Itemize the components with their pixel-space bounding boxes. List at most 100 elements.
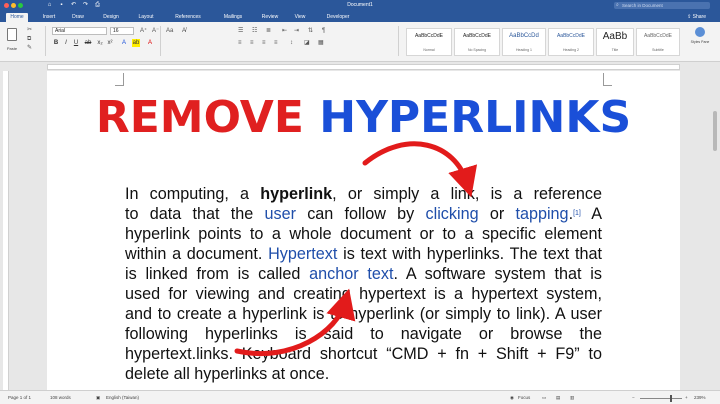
strikethrough-icon[interactable]: ab [84, 39, 92, 47]
style-normal[interactable]: AaBbCcDdE Normal [406, 28, 452, 56]
print-layout-icon[interactable]: ▤ [556, 394, 560, 402]
tab-home[interactable]: Home [6, 13, 28, 22]
bold-icon[interactable]: B [52, 39, 60, 47]
subscript-icon[interactable]: x₂ [96, 39, 104, 47]
sort-icon[interactable]: ⇅ [308, 27, 313, 35]
style-name: Title [611, 48, 619, 52]
show-marks-icon[interactable]: ¶ [322, 27, 325, 35]
style-sample: AaBbCcDdE [643, 33, 673, 39]
word-count[interactable]: 108 words [50, 394, 71, 402]
zoom-slider-thumb[interactable] [670, 395, 672, 402]
increase-indent-icon[interactable]: ⇥ [294, 27, 299, 35]
style-sample: AaBbCcDdE [556, 33, 586, 39]
clear-formatting-icon[interactable]: A̸ [182, 27, 186, 35]
font-size-select[interactable]: 16 [110, 27, 134, 35]
superscript-icon[interactable]: x² [106, 39, 114, 47]
headline-hyperlinks: HYPERLINKS [319, 92, 632, 143]
search-input[interactable]: ⌕ Search in Document [614, 2, 710, 9]
text-line: used for viewing and creating hypertext … [125, 285, 602, 303]
style-subtitle[interactable]: AaBbCcDdE Subtitle [636, 28, 680, 56]
language-label[interactable]: English (Taiwan) [106, 394, 139, 402]
ruler-track [3, 71, 9, 390]
grow-font-icon[interactable]: A⁺ [140, 27, 147, 35]
bullets-icon[interactable]: ☰ [238, 27, 243, 35]
underline-icon[interactable]: U [72, 39, 80, 47]
document-page[interactable]: REMOVE HYPERLINKS In computing, a hyperl… [47, 71, 680, 390]
style-name: Heading 2 [563, 48, 579, 52]
scrollbar-thumb[interactable] [713, 111, 717, 151]
share-button[interactable]: ⇪ Share [687, 13, 706, 22]
borders-icon[interactable]: ▦ [318, 39, 324, 47]
text-effects-icon[interactable]: A [120, 39, 128, 47]
link-footnote[interactable]: [1] [573, 210, 581, 217]
line-spacing-icon[interactable]: ↕ [290, 39, 293, 47]
multilevel-list-icon[interactable]: ≣ [266, 27, 271, 35]
read-mode-icon[interactable]: ▭ [542, 394, 546, 402]
font-color-icon[interactable]: A [146, 39, 154, 47]
tab-developer[interactable]: Developer [320, 13, 356, 22]
link-anchor-text[interactable]: anchor text [309, 265, 393, 283]
numbering-icon[interactable]: ☷ [252, 27, 257, 35]
format-painter-icon[interactable]: ✎ [27, 44, 32, 52]
align-right-icon[interactable]: ≡ [262, 39, 266, 47]
tab-draw[interactable]: Draw [68, 13, 88, 22]
tab-design[interactable]: Design [98, 13, 124, 22]
justify-icon[interactable]: ≡ [274, 39, 278, 47]
vertical-scrollbar[interactable] [710, 71, 720, 390]
link-hypertext[interactable]: Hypertext [268, 245, 337, 263]
tab-view[interactable]: View [290, 13, 310, 22]
link-clicking[interactable]: clicking [426, 205, 479, 223]
link-word[interactable]: link [451, 185, 475, 203]
style-sample: AaBbCcDd [509, 33, 539, 39]
horizontal-ruler[interactable] [0, 62, 720, 71]
style-sample: AaBbCcDdE [414, 33, 444, 39]
cut-icon[interactable]: ✂ [27, 26, 32, 34]
tab-review[interactable]: Review [257, 13, 283, 22]
font-name-select[interactable]: Arial [52, 27, 107, 35]
styles-pane-button[interactable]: Styles Pane [688, 27, 712, 57]
tab-references[interactable]: References [168, 13, 208, 22]
zoom-out-icon[interactable]: − [632, 394, 635, 402]
shading-icon[interactable]: ◪ [304, 39, 310, 47]
link-user[interactable]: user [264, 205, 296, 223]
copy-icon[interactable]: ⧉ [27, 35, 31, 43]
search-placeholder: Search in Document [622, 3, 663, 8]
align-left-icon[interactable]: ≡ [238, 39, 242, 47]
zoom-level[interactable]: 239% [694, 394, 706, 402]
tab-layout[interactable]: Layout [133, 13, 159, 22]
focus-icon[interactable]: ◉ [510, 394, 514, 402]
vertical-ruler[interactable] [0, 71, 10, 390]
focus-label[interactable]: Focus [518, 394, 530, 402]
web-layout-icon[interactable]: ▥ [570, 394, 574, 402]
style-name: Subtitle [652, 48, 664, 52]
style-no-spacing[interactable]: AaBbCcDdE No Spacing [454, 28, 500, 56]
headline-remove: REMOVE [95, 92, 304, 143]
style-title[interactable]: AaBb Title [596, 28, 634, 56]
word-window: ⌂ ▪ ↶ ↷ ⎙ Document1 ⌕ Search in Document… [0, 0, 720, 404]
zoom-slider[interactable] [640, 398, 682, 399]
style-heading-2[interactable]: AaBbCcDdE Heading 2 [548, 28, 594, 56]
decrease-indent-icon[interactable]: ⇤ [282, 27, 287, 35]
link-tapping[interactable]: tapping [515, 205, 568, 223]
text-line: within a document. Hypertext is text wit… [125, 245, 602, 263]
align-center-icon[interactable]: ≡ [250, 39, 254, 47]
proofing-icon[interactable]: ▣ [96, 394, 100, 402]
paste-button[interactable]: Paste [4, 26, 20, 54]
zoom-in-icon[interactable]: + [685, 394, 688, 402]
tab-mailings[interactable]: Mailings [217, 13, 249, 22]
status-bar: Page 1 of 1 108 words ▣ English (Taiwan)… [0, 390, 720, 404]
text-line: and to create a hyperlink is to hyperlin… [125, 305, 602, 323]
text-line: hyperlink points to a whole document or … [125, 225, 602, 243]
style-name: No Spacing [467, 48, 487, 52]
headline: REMOVE HYPERLINKS [47, 93, 680, 143]
shrink-font-icon[interactable]: A⁻ [152, 27, 159, 35]
ribbon-separator [398, 26, 399, 56]
text-line: delete all hyperlinks at once. [125, 365, 330, 383]
page-count[interactable]: Page 1 of 1 [8, 394, 31, 402]
highlight-icon[interactable]: ab [132, 39, 140, 47]
change-case-icon[interactable]: Aa [166, 27, 173, 35]
italic-icon[interactable]: I [62, 39, 70, 47]
style-heading-1[interactable]: AaBbCcDd Heading 1 [502, 28, 546, 56]
body-paragraph[interactable]: In computing, a hyperlink, or simply a l… [125, 184, 602, 384]
tab-insert[interactable]: Insert [38, 13, 60, 22]
